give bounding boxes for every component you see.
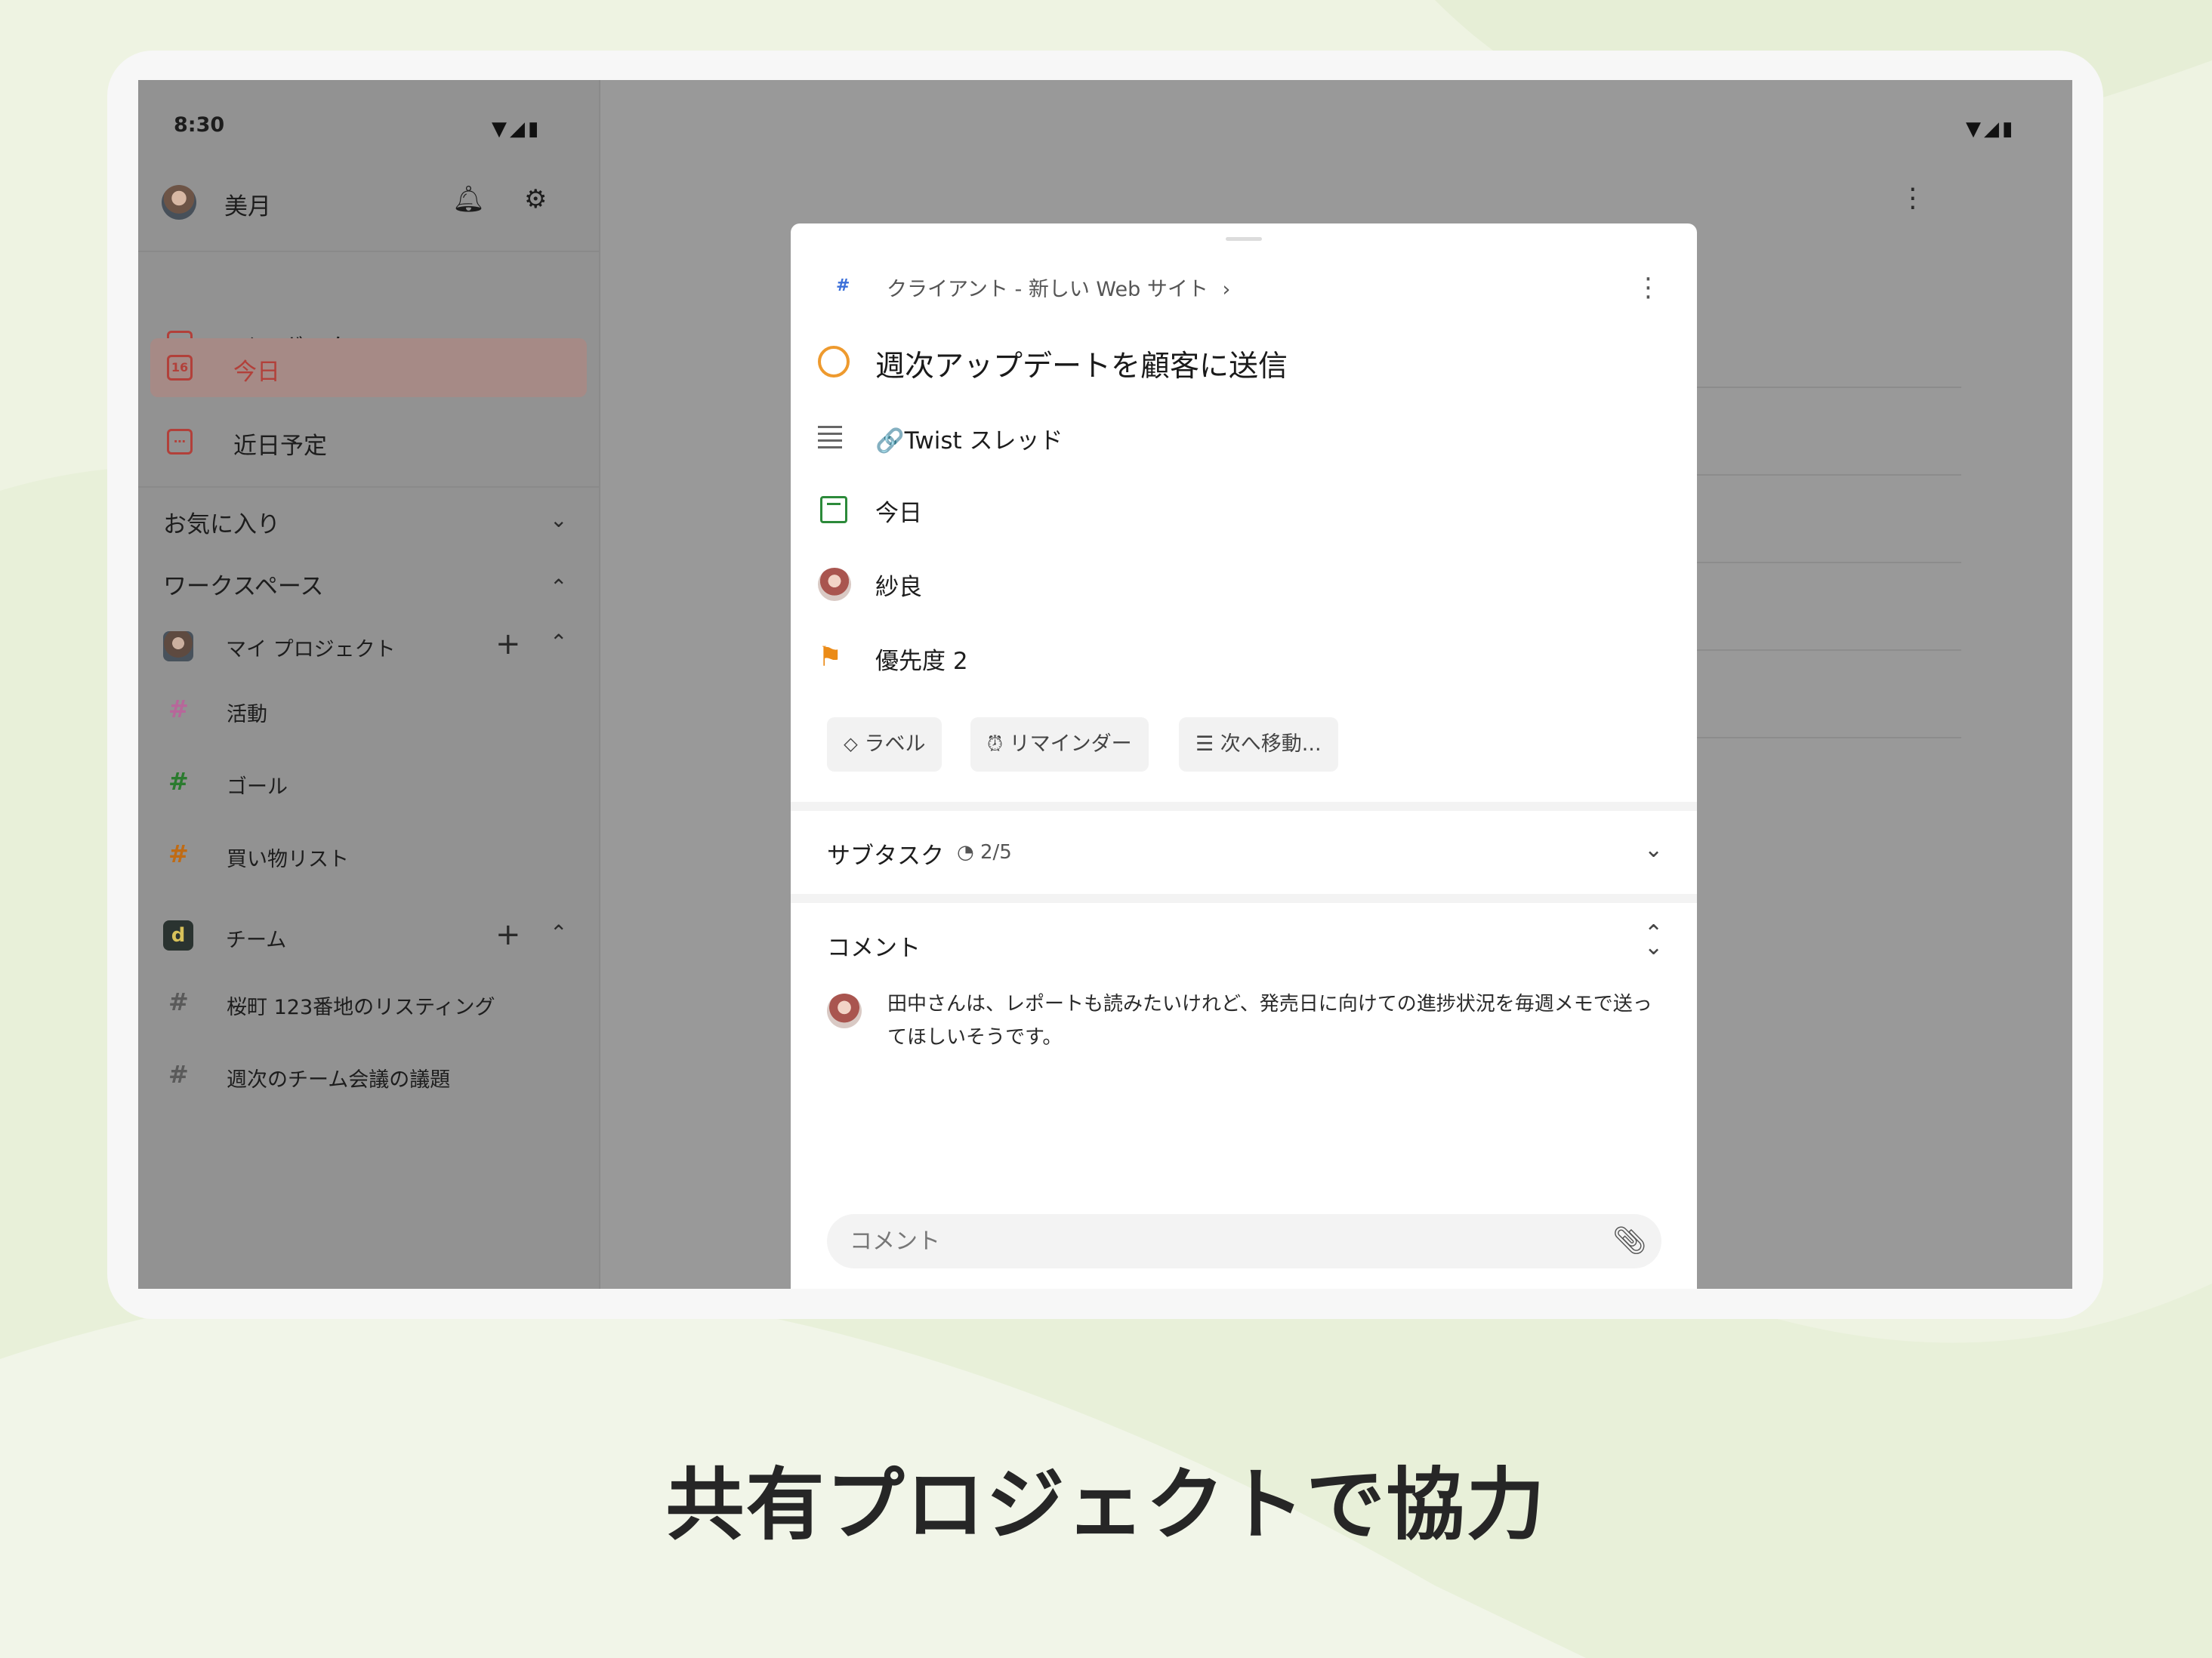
add-project-icon[interactable]: + [495,917,521,952]
more-options-icon[interactable]: · · · [1908,177,1917,222]
progress-icon: ◔ [957,841,980,864]
commenter-avatar [827,994,862,1028]
calendar-icon [820,496,847,523]
chevron-down-icon[interactable]: ⌄ [550,507,567,532]
project-label: 週次のチーム会議の議題 [227,1068,451,1092]
nav-today[interactable]: 16 今日 [150,338,587,397]
breadcrumb-project: クライアント - 新しい Web サイト [887,278,1208,301]
my-projects-avatar [163,631,193,661]
app-screen: 8:30 ▼◢▮ 美月 🔔︎ ⚙ インボックス 16 今日 ⋯ 近日予定 お気に… [138,80,2072,1289]
chevron-up-icon[interactable]: ⌃ [550,575,567,599]
drag-handle[interactable] [1226,237,1262,241]
flag-icon: ⚑ [818,642,843,673]
chevron-right-icon: › [1222,278,1231,301]
description-row[interactable]: 🔗Twist スレッド [818,415,1649,461]
nav-upcoming[interactable]: ⋯ 近日予定 [150,412,587,471]
add-project-icon[interactable]: + [495,627,521,661]
nav-today-label: 今日 [233,359,280,386]
user-avatar [162,185,196,220]
assignee-avatar [818,568,851,601]
project-label: 活動 [227,703,267,726]
nav-upcoming-label: 近日予定 [233,433,327,460]
description-text: 🔗Twist スレッド [875,427,1063,455]
assignee-row[interactable]: 紗良 [818,562,1649,607]
hash-icon: # [836,276,850,295]
status-time: 8:30 [174,113,225,137]
subtasks-header[interactable]: サブタスク [827,837,944,871]
hash-icon: # [168,988,189,1016]
project-item[interactable]: # 活動 [168,690,591,732]
my-projects-label: マイ プロジェクト [226,638,396,661]
project-label: 桜町 123番地のリスティング [227,996,495,1019]
project-item[interactable]: # 買い物リスト [168,835,591,877]
move-icon: ☰ [1195,732,1220,756]
reminder-chip[interactable]: ⏰︎ リマインダー [970,717,1149,772]
hash-icon: # [168,767,189,796]
chevron-down-icon[interactable]: ⌄ [1644,837,1663,863]
project-label: ゴール [227,775,288,799]
sidebar: 8:30 ▼◢▮ 美月 🔔︎ ⚙ インボックス 16 今日 ⋯ 近日予定 お気に… [138,80,600,1289]
promo-headline: 共有プロジェクトで協力 [665,1459,1547,1551]
team-label: チーム [226,929,287,952]
alarm-icon: ⏰︎ [987,732,1010,756]
breadcrumb[interactable]: クライアント - 新しい Web サイト › [887,273,1230,302]
complete-task-checkbox[interactable] [818,346,850,378]
hash-icon: # [168,695,189,723]
label-chip[interactable]: ⬦ ラベル [827,717,942,772]
bell-icon[interactable]: 🔔︎ [452,184,485,214]
workspace-header[interactable]: ワークスペース [163,567,323,601]
status-icons: ▼◢▮ [492,118,542,140]
priority-row[interactable]: ⚑ 優先度 2 [818,636,1649,681]
attachment-icon[interactable]: 📎︎ [1612,1225,1647,1256]
comment-input[interactable] [850,1214,1575,1268]
tag-icon: ⬦ [844,732,865,756]
profile-row[interactable]: 美月 🔔︎ ⚙ [162,180,585,225]
hash-icon: # [168,840,189,868]
comment-body: 田中さんは、レポートも読みたいけれど、発売日に向けての進捗状況を毎週メモで送って… [887,993,1652,1049]
status-icons: ▼◢▮ [1966,118,2016,140]
favorites-header[interactable]: お気に入り [163,505,280,539]
chevron-up-icon[interactable]: ⌃ [550,920,567,945]
project-label: 買い物リスト [227,848,349,871]
comments-header[interactable]: コメント [827,929,921,963]
section-separator [791,894,1697,903]
assignee-name: 紗良 [875,574,922,601]
more-options-icon[interactable]: · · · [1644,267,1652,310]
chevron-up-icon[interactable]: ⌃ [550,630,567,655]
priority-text: 優先度 2 [875,648,968,675]
due-date-row[interactable]: 今日 [818,488,1649,533]
hash-icon: # [168,1060,189,1089]
task-title[interactable]: 週次アップデートを顧客に送信 [875,343,1288,385]
project-item[interactable]: # ゴール [168,763,591,805]
project-item[interactable]: # 週次のチーム会議の議題 [168,1056,591,1098]
task-detail-sheet: # クライアント - 新しい Web サイト › · · · 週次アップデートを顧客… [791,223,1697,1289]
due-date-text: 今日 [875,500,922,527]
my-projects-row[interactable]: マイ プロジェクト + ⌃ [163,624,586,669]
team-avatar: d [163,920,193,951]
today-icon: 16 [167,355,193,381]
expand-collapse-icon[interactable]: ⌃ ⌄ [1644,923,1663,959]
divider [138,251,600,252]
subtasks-count: ◔ 2/5 [957,841,1012,864]
divider [138,486,600,488]
team-row[interactable]: d チーム + ⌃ [163,914,586,960]
move-chip[interactable]: ☰ 次へ移動... [1179,717,1338,772]
section-separator [791,802,1697,811]
upcoming-icon: ⋯ [167,429,193,455]
user-name: 美月 [224,193,271,220]
comment-input-container[interactable]: 📎︎ [827,1214,1661,1268]
project-item[interactable]: # 桜町 123番地のリスティング [168,983,591,1025]
gear-icon[interactable]: ⚙ [524,184,547,214]
description-icon [818,426,842,448]
